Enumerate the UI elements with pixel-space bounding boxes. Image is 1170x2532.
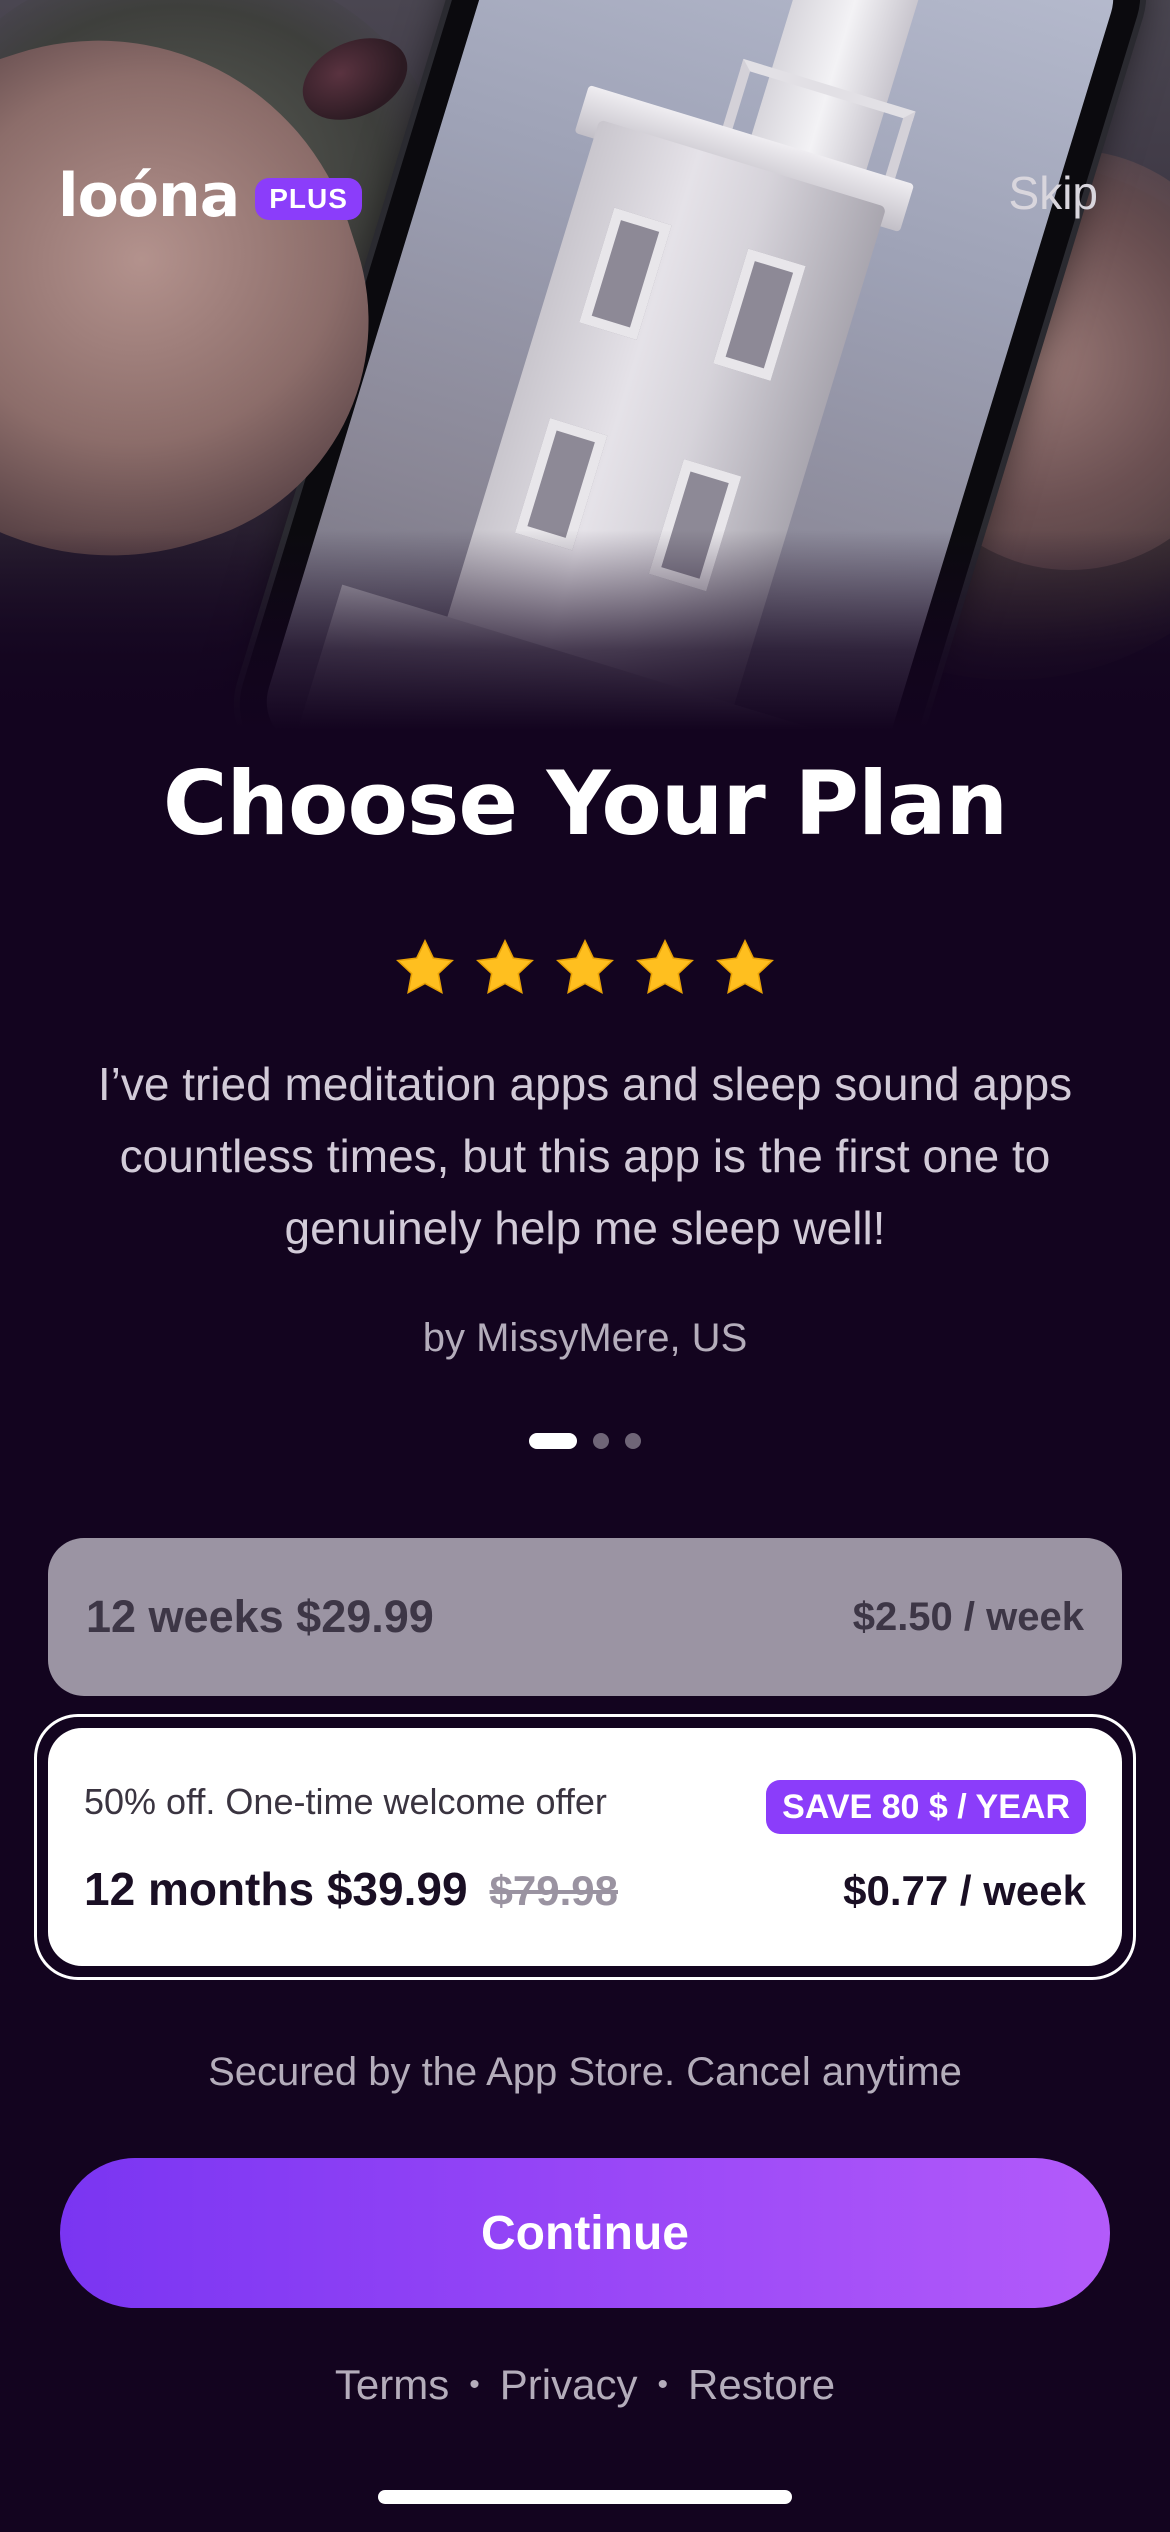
rating-stars <box>0 936 1170 1000</box>
plan-annual-price-row: 12 months $39.99 $79.98 <box>84 1866 618 1912</box>
carousel-dot[interactable] <box>593 1433 609 1449</box>
review-author: by MissyMere, US <box>422 1316 748 1360</box>
logo-wordmark: loóna <box>58 161 240 231</box>
page-title: Choose Your Plan <box>162 752 1008 855</box>
plan-annual-per-week: $0.77 / week <box>843 1867 1086 1914</box>
plan-annual-label: 12 months $39.99 <box>84 1863 468 1915</box>
terms-link[interactable]: Terms <box>335 2364 449 2406</box>
hero-image <box>0 0 1170 730</box>
plan-weekly-per-week: $2.50 / week <box>852 1594 1084 1639</box>
plus-badge: PLUS <box>255 178 362 220</box>
secured-text: Secured by the App Store. Cancel anytime <box>208 2050 962 2094</box>
window-shape <box>713 248 806 381</box>
star-icon <box>476 938 534 995</box>
continue-button[interactable]: Continue <box>60 2158 1110 2308</box>
skip-button[interactable]: Skip <box>1009 170 1098 216</box>
star-icon <box>636 938 694 995</box>
star-icon <box>396 938 454 995</box>
plan-option-annual[interactable]: 50% off. One-time welcome offer SAVE 80 … <box>48 1728 1122 1966</box>
hero-fade <box>0 530 1170 730</box>
restore-link[interactable]: Restore <box>688 2364 835 2406</box>
link-separator: • <box>657 2368 668 2401</box>
app-logo: loóna PLUS <box>58 166 362 226</box>
home-indicator[interactable] <box>378 2490 792 2504</box>
window-shape <box>579 207 672 340</box>
plan-annual-offer-text: 50% off. One-time welcome offer <box>84 1781 607 1822</box>
carousel-dot-active[interactable] <box>529 1433 577 1449</box>
review-text: I’ve tried meditation apps and sleep sou… <box>97 1058 1073 1254</box>
star-icon <box>716 938 774 995</box>
plan-weekly-label: 12 weeks $29.99 <box>86 1591 434 1642</box>
save-badge: SAVE 80 $ / YEAR <box>766 1780 1086 1834</box>
link-separator: • <box>469 2368 480 2401</box>
carousel-dots <box>0 1433 1170 1449</box>
plan-annual-old-price: $79.98 <box>489 1867 618 1914</box>
plan-option-weekly[interactable]: 12 weeks $29.99 $2.50 / week <box>48 1538 1122 1696</box>
privacy-link[interactable]: Privacy <box>500 2364 638 2406</box>
footer-links: Terms • Privacy • Restore <box>0 2364 1170 2406</box>
star-icon <box>556 938 614 995</box>
paywall-screen: loóna PLUS Skip Choose Your Plan I’ve tr… <box>0 0 1170 2532</box>
carousel-dot[interactable] <box>625 1433 641 1449</box>
